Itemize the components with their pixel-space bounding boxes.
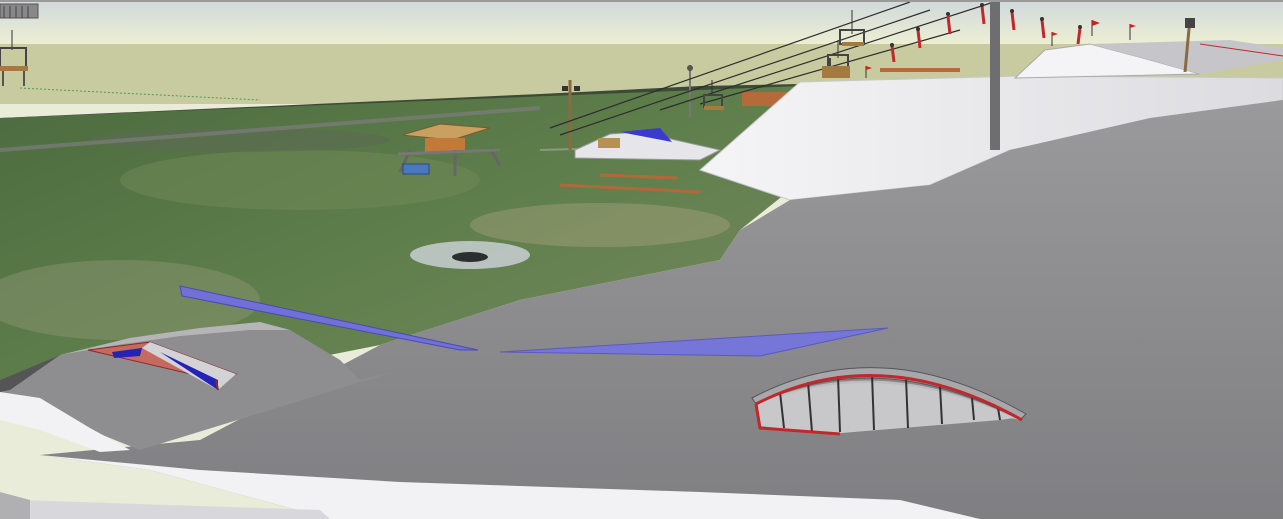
viewport-top-border: [0, 0, 1283, 2]
field-patch: [470, 203, 730, 247]
field-patch: [120, 150, 480, 210]
lift-tower: [990, 0, 1000, 150]
lift-terminal: [0, 3, 39, 19]
snow-edge: [0, 492, 30, 519]
field-patch: [452, 252, 488, 262]
scene-canvas[interactable]: [0, 0, 1283, 519]
model-viewport[interactable]: [0, 0, 1283, 519]
sky: [0, 0, 1283, 46]
distant-fence: [880, 68, 960, 72]
